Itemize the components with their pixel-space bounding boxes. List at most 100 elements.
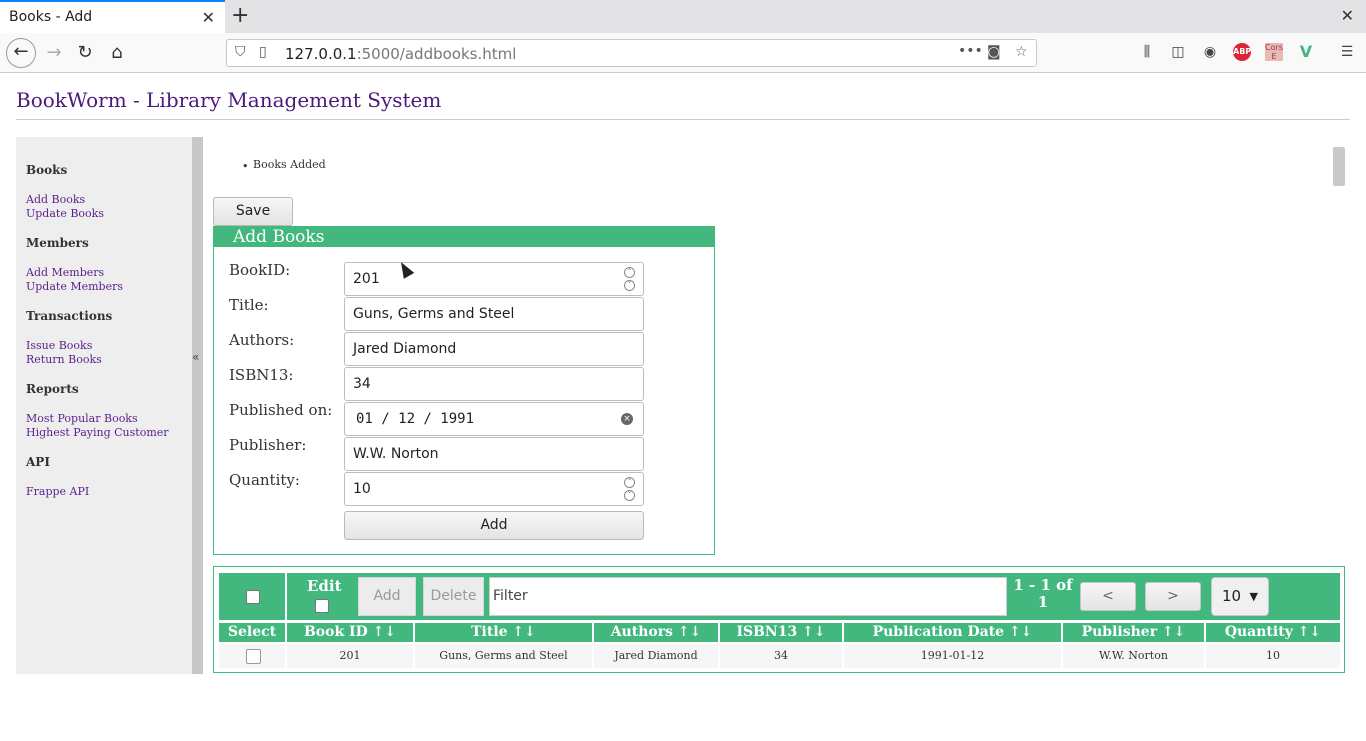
reload-icon[interactable]: ↻	[71, 40, 99, 68]
quantity-label: Quantity:	[229, 471, 300, 489]
account-icon[interactable]: ◉	[1199, 41, 1221, 63]
cell-authors: Jared Diamond	[594, 644, 720, 668]
new-tab-icon[interactable]: +	[231, 3, 249, 28]
tab-bar: Books - Add ✕ + ✕	[0, 0, 1366, 33]
table-row[interactable]: 201 Guns, Germs and Steel Jared Diamond …	[219, 644, 1340, 668]
published-on-value: 01 / 12 / 1991	[356, 411, 475, 427]
bookmark-star-icon[interactable]: ☆	[1015, 44, 1028, 60]
sidebar-link-issue-books[interactable]: Issue Books	[26, 339, 92, 352]
sidebar-collapse-handle[interactable]: «	[192, 137, 203, 674]
sidebar-link-add-books[interactable]: Add Books	[26, 193, 85, 206]
title-divider	[16, 119, 1350, 120]
url-path: :5000/addbooks.html	[356, 45, 517, 63]
cell-publisher: W.W. Norton	[1063, 644, 1206, 668]
quantity-spinner[interactable]: ˄ ˅	[624, 477, 636, 501]
column-header-publication-date[interactable]: Publication Date ↑↓	[844, 623, 1063, 642]
tab-close-icon[interactable]: ✕	[202, 8, 215, 27]
scrollbar-thumb[interactable]	[1333, 147, 1345, 186]
authors-input[interactable]: Jared Diamond	[344, 332, 644, 366]
adblock-icon[interactable]: ABP	[1233, 43, 1251, 61]
navigation-bar: ← → ↻ ⌂ ⛉ ▯ 127.0.0.1:5000/addbooks.html…	[0, 33, 1366, 73]
pocket-icon[interactable]: ◙	[987, 44, 1001, 60]
table-toolbar: Edit Add Delete Filter 1 - 1 of 1 < > 10 ▼	[219, 573, 1340, 620]
filter-input[interactable]: Filter	[489, 577, 1007, 616]
sidebar-link-highest-paying-customer[interactable]: Highest Paying Customer	[26, 426, 169, 439]
cell-title: Guns, Germs and Steel	[415, 644, 594, 668]
page-size-select[interactable]: 10 ▼	[1211, 577, 1269, 616]
isbn13-label: ISBN13:	[229, 366, 294, 384]
url-bar[interactable]: ⛉ ▯ 127.0.0.1:5000/addbooks.html ••• ◙ ☆	[226, 39, 1037, 67]
sidebar-heading-reports: Reports	[26, 382, 79, 396]
menu-icon[interactable]: ☰	[1336, 41, 1358, 63]
column-header-title[interactable]: Title ↑↓	[415, 623, 594, 642]
publisher-input[interactable]: W.W. Norton	[344, 437, 644, 471]
sidebar-link-most-popular-books[interactable]: Most Popular Books	[26, 412, 138, 425]
isbn13-input[interactable]: 34	[344, 367, 644, 401]
quantity-input[interactable]: 10 ˄ ˅	[344, 472, 644, 506]
spin-up-icon[interactable]: ˄	[624, 267, 635, 278]
authors-label: Authors:	[229, 331, 295, 349]
spin-down-icon[interactable]: ˅	[624, 490, 635, 501]
add-books-form: Add Books BookID: 201 ˄ ˅ Title: Guns, Ge…	[213, 226, 715, 555]
sidebar-heading-api: API	[26, 455, 50, 469]
notice-bullet: •	[242, 160, 249, 173]
bookid-label: BookID:	[229, 261, 291, 279]
chevron-down-icon: ▼	[1249, 590, 1258, 603]
window-close-icon[interactable]: ✕	[1341, 6, 1354, 25]
title-input[interactable]: Guns, Germs and Steel	[344, 297, 644, 331]
column-header-quantity[interactable]: Quantity ↑↓	[1206, 623, 1340, 642]
status-message: Books Added	[253, 158, 326, 171]
table-add-button[interactable]: Add	[358, 577, 416, 616]
sidebar-heading-books: Books	[26, 163, 68, 177]
books-table: Edit Add Delete Filter 1 - 1 of 1 < > 10 ▼…	[213, 566, 1345, 673]
spin-down-icon[interactable]: ˅	[624, 280, 635, 291]
bookid-spinner[interactable]: ˄ ˅	[624, 267, 636, 291]
select-all-checkbox[interactable]	[246, 590, 260, 604]
column-header-authors[interactable]: Authors ↑↓	[594, 623, 720, 642]
title-label: Title:	[229, 296, 269, 314]
table-delete-button[interactable]: Delete	[423, 577, 484, 616]
column-header-book-id[interactable]: Book ID ↑↓	[287, 623, 415, 642]
page-size-value: 10	[1222, 587, 1242, 605]
url-host: 127.0.0.1	[285, 45, 357, 63]
page-actions-icon[interactable]: •••	[958, 43, 983, 59]
save-button[interactable]: Save	[213, 197, 293, 226]
cors-extension-icon[interactable]: Cors E	[1265, 43, 1283, 61]
published-on-date-input[interactable]: 01 / 12 / 1991 ×	[344, 402, 644, 436]
sidebar-link-add-members[interactable]: Add Members	[26, 266, 104, 279]
next-page-button[interactable]: >	[1145, 582, 1201, 611]
sidebar-toggle-icon[interactable]: ◫	[1167, 41, 1189, 63]
add-book-button[interactable]: Add	[344, 511, 644, 540]
library-icon[interactable]: ⫼	[1136, 41, 1158, 63]
sidebar-link-update-members[interactable]: Update Members	[26, 280, 123, 293]
home-icon[interactable]: ⌂	[103, 40, 131, 68]
sidebar-heading-transactions: Transactions	[26, 309, 113, 323]
vue-devtools-icon[interactable]: V	[1295, 41, 1317, 63]
column-header-select: Select	[219, 623, 287, 642]
edit-label: Edit	[307, 577, 342, 595]
clear-date-icon[interactable]: ×	[621, 413, 633, 425]
shield-icon[interactable]: ⛉	[235, 44, 246, 60]
column-header-publisher[interactable]: Publisher ↑↓	[1063, 623, 1206, 642]
publisher-label: Publisher:	[229, 436, 307, 454]
column-header-isbn13[interactable]: ISBN13 ↑↓	[720, 623, 844, 642]
sidebar-link-update-books[interactable]: Update Books	[26, 207, 104, 220]
forward-arrow-icon[interactable]: →	[40, 40, 68, 68]
back-arrow-icon[interactable]: ←	[6, 38, 36, 68]
sidebar-link-frappe-api[interactable]: Frappe API	[26, 485, 89, 498]
url-text[interactable]: 127.0.0.1:5000/addbooks.html	[285, 45, 516, 63]
bookid-input[interactable]: 201 ˄ ˅	[344, 262, 644, 296]
page-title: BookWorm - Library Management System	[16, 88, 442, 112]
page-info-icon[interactable]: ▯	[259, 44, 267, 60]
toolbar-divider	[285, 573, 287, 620]
sidebar-heading-members: Members	[26, 236, 89, 250]
row-checkbox[interactable]	[246, 649, 261, 664]
browser-tab[interactable]: Books - Add ✕	[0, 0, 225, 33]
sidebar-link-return-books[interactable]: Return Books	[26, 353, 102, 366]
cell-quantity: 10	[1266, 649, 1280, 662]
row-select-cell	[219, 644, 287, 668]
prev-page-button[interactable]: <	[1080, 582, 1136, 611]
collapse-chevron-icon[interactable]: «	[192, 350, 199, 364]
spin-up-icon[interactable]: ˄	[624, 477, 635, 488]
edit-mode-checkbox[interactable]	[315, 599, 329, 613]
